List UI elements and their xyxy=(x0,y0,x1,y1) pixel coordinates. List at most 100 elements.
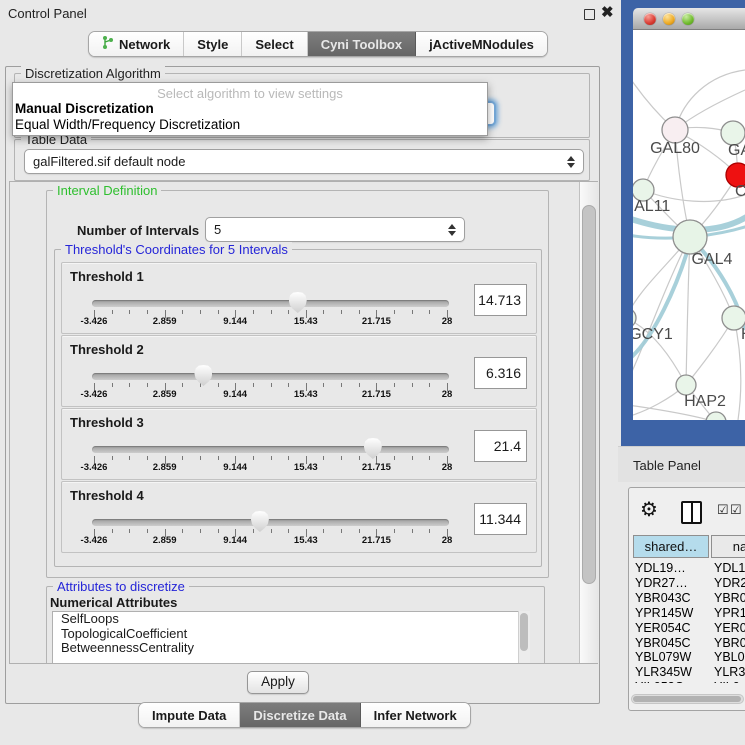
tick-mark xyxy=(429,383,430,387)
tab-discretize-data[interactable]: Discretize Data xyxy=(240,703,360,727)
columns-icon[interactable] xyxy=(681,501,702,524)
algorithm-option[interactable]: Manual Discretization xyxy=(13,101,487,117)
tab-jactivemnodules[interactable]: jActiveMNodules xyxy=(416,32,547,56)
tick-mark xyxy=(359,383,360,387)
tick-mark xyxy=(200,529,201,533)
network-canvas[interactable]: GAL80GACGAL11GAL4GCY1HHAP2 xyxy=(633,30,745,420)
table-row[interactable]: YLR345WYLR3 xyxy=(629,665,745,680)
attributes-list-scrollbar[interactable] xyxy=(518,611,530,664)
threshold-slider-track[interactable] xyxy=(92,373,449,380)
network-node[interactable] xyxy=(633,308,636,328)
gear-icon[interactable]: ⚙ xyxy=(640,497,658,522)
tick-mark xyxy=(112,529,113,533)
table-header-shared[interactable]: shared… xyxy=(633,535,709,558)
interval-definition-group: Interval Definition Number of Intervals … xyxy=(46,190,549,578)
tick-mark xyxy=(341,529,342,533)
table-cell: YER0 xyxy=(714,621,745,635)
combo-arrows-icon xyxy=(567,156,575,168)
tab-cyni-toolbox[interactable]: Cyni Toolbox xyxy=(308,32,416,56)
threshold-slider-track[interactable] xyxy=(92,519,449,526)
threshold-value-field[interactable]: 11.344 xyxy=(474,503,527,535)
numerical-attributes-list[interactable]: SelfLoopsTopologicalCoefficientBetweenne… xyxy=(52,611,520,664)
threshold-value-field[interactable]: 6.316 xyxy=(474,357,527,389)
apply-button[interactable]: Apply xyxy=(247,671,309,694)
tick-mark xyxy=(359,529,360,533)
tick-label: 21.715 xyxy=(362,535,391,546)
table-row[interactable]: YER054CYER0 xyxy=(629,621,745,636)
threshold-slider-thumb[interactable] xyxy=(194,365,212,386)
tab-style[interactable]: Style xyxy=(184,32,242,56)
num-intervals-combobox[interactable]: 5 xyxy=(205,217,465,242)
checkbox-icon[interactable]: ☑ xyxy=(730,502,742,518)
tick-label: 21.715 xyxy=(362,462,391,473)
network-node[interactable] xyxy=(673,220,707,254)
tick-mark xyxy=(218,456,219,460)
network-window-titlebar[interactable] xyxy=(633,8,745,30)
attribute-list-item[interactable]: BetweennessCentrality xyxy=(53,641,519,656)
tick-mark xyxy=(341,383,342,387)
table-panel-title: Table Panel xyxy=(633,458,701,473)
tick-label: 2.859 xyxy=(153,316,177,327)
interval-definition-title: Interval Definition xyxy=(53,183,161,198)
threshold-value-field[interactable]: 14.713 xyxy=(474,284,527,316)
table-rows[interactable]: YDL19…YDL1YDR27…YDR2YBR043CYBR0YPR145WYP… xyxy=(629,559,745,683)
attribute-list-item[interactable]: TopologicalCoefficient xyxy=(53,627,519,642)
network-node[interactable] xyxy=(676,375,696,395)
network-edge xyxy=(633,237,690,380)
threshold-slider-track[interactable] xyxy=(92,446,449,453)
tab-label: Select xyxy=(255,37,293,52)
table-cell: YDR27… xyxy=(635,576,688,590)
network-node-label: GAL80 xyxy=(650,140,700,157)
table-row[interactable]: YBR045C YBR0 xyxy=(629,636,745,651)
table-row[interactable]: YPR145WYPR1 xyxy=(629,606,745,621)
tick-label: 2.859 xyxy=(153,389,177,400)
close-traffic-light-icon[interactable] xyxy=(644,13,656,25)
tick-label: 2.859 xyxy=(153,535,177,546)
minimize-traffic-light-icon[interactable] xyxy=(663,13,675,25)
tab-infer-network[interactable]: Infer Network xyxy=(361,703,470,727)
algorithm-option[interactable]: Equal Width/Frequency Discretization xyxy=(13,117,487,133)
tick-mark xyxy=(147,310,148,314)
close-icon[interactable]: ✖ xyxy=(601,3,614,21)
tab-network[interactable]: Network xyxy=(89,32,184,56)
table-row[interactable]: YBL079WYBL0 xyxy=(629,650,745,665)
tick-mark xyxy=(429,310,430,314)
num-intervals-label: Number of Intervals xyxy=(77,223,199,238)
float-window-icon[interactable] xyxy=(584,9,595,20)
zoom-traffic-light-icon[interactable] xyxy=(682,13,694,25)
table-row[interactable]: YBR043CYBR0 xyxy=(629,591,745,606)
checkbox-icon[interactable]: ☑ xyxy=(717,502,729,518)
tick-mark xyxy=(182,529,183,533)
tab-impute-data[interactable]: Impute Data xyxy=(139,703,240,727)
tick-mark xyxy=(271,456,272,460)
attribute-list-item[interactable]: SelfLoops xyxy=(53,612,519,627)
right-pane: GAL80GACGAL11GAL4GCY1HHAP2 Table Panel ⚙… xyxy=(618,0,745,745)
threshold-slider-thumb[interactable] xyxy=(289,292,307,313)
table-header-name[interactable]: name xyxy=(711,535,745,558)
tick-label: 28 xyxy=(442,389,453,400)
table-row[interactable]: YDR27…YDR2 xyxy=(629,576,745,591)
table-row[interactable]: YIL052CYIL0 xyxy=(629,680,745,683)
threshold-value-field[interactable]: 21.4 xyxy=(474,430,527,462)
table-cell: YBR0 xyxy=(714,636,745,650)
tick-mark xyxy=(253,310,254,314)
tick-label: -3.426 xyxy=(81,462,108,473)
tick-mark xyxy=(182,456,183,460)
tick-label: 28 xyxy=(442,316,453,327)
tick-mark xyxy=(323,383,324,387)
tab-select[interactable]: Select xyxy=(242,32,307,56)
table-data-combobox[interactable]: galFiltered.sif default node xyxy=(24,149,584,174)
threshold-slider-thumb[interactable] xyxy=(364,438,382,459)
table-cell: YBR045C xyxy=(635,636,691,650)
main-scrollbar[interactable] xyxy=(579,182,598,663)
tick-mark xyxy=(394,529,395,533)
table-data-value: galFiltered.sif default node xyxy=(33,154,185,169)
table-row[interactable]: YDL19…YDL1 xyxy=(629,561,745,576)
network-node-label: GAL4 xyxy=(692,251,733,268)
tick-mark xyxy=(288,529,289,533)
tick-label: 15.43 xyxy=(294,316,318,327)
tick-mark xyxy=(271,383,272,387)
main-scrollbar-thumb[interactable] xyxy=(582,205,596,584)
threshold-slider-track[interactable] xyxy=(92,300,449,307)
table-hscrollbar[interactable] xyxy=(631,694,744,704)
